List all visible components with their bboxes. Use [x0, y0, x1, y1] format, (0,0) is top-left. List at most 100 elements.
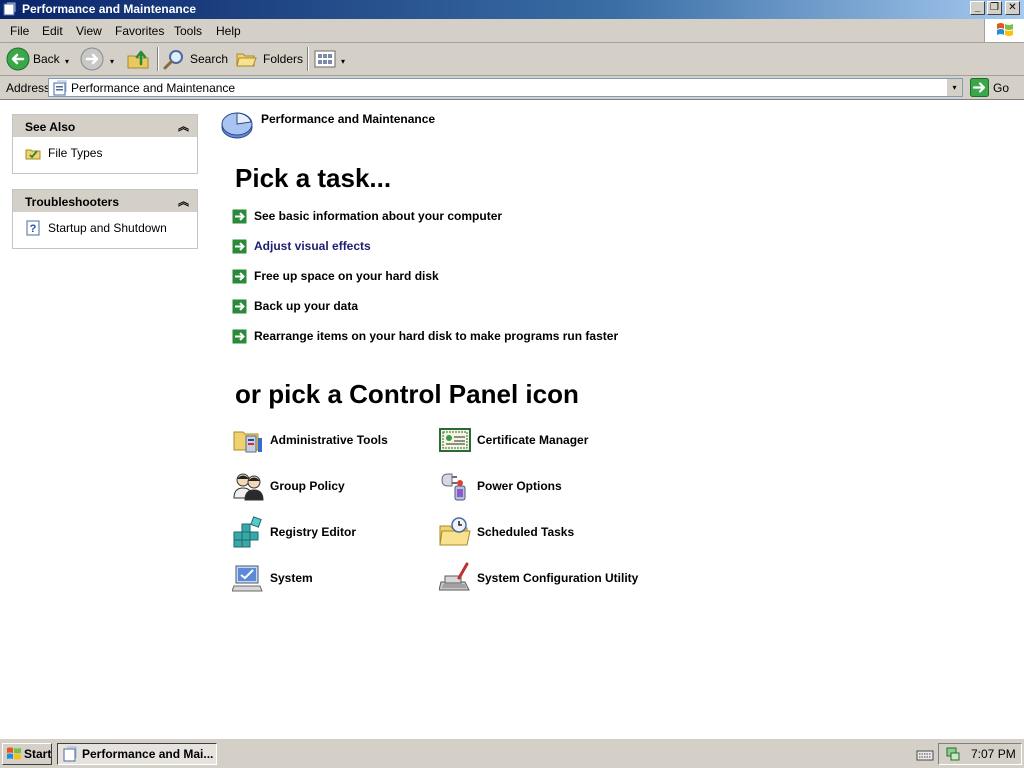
title-bar: Performance and Maintenance _ ❐ ✕	[0, 0, 1024, 19]
taskbar: Start Performance and Mai... 7:07 PM	[0, 738, 1024, 768]
group-policy-item[interactable]: Group Policy	[232, 470, 352, 504]
address-input[interactable]: Performance and Maintenance ▾	[48, 78, 963, 97]
menu-edit[interactable]: Edit	[42, 24, 63, 38]
menu-file[interactable]: File	[10, 24, 29, 38]
cp-icon-label: Certificate Manager	[477, 433, 589, 447]
cp-icon-label: Power Options	[477, 479, 562, 493]
certificate-manager-item[interactable]: Certificate Manager	[439, 424, 599, 458]
task-back-up-data[interactable]: Back up your data	[232, 299, 362, 317]
start-label: Start	[24, 747, 52, 761]
taskbar-window-button[interactable]: Performance and Mai...	[57, 743, 217, 765]
forward-arrow-icon	[80, 47, 104, 71]
registry-editor-icon	[233, 516, 262, 548]
task-see-basic-info[interactable]: See basic information about your compute…	[232, 209, 502, 227]
folders-icon	[236, 53, 257, 67]
administrative-tools-icon	[233, 431, 262, 453]
back-arrow-icon	[6, 47, 30, 71]
address-value: Performance and Maintenance	[71, 81, 236, 95]
task-label: Rearrange items on your hard disk to mak…	[254, 329, 619, 343]
task-label: Free up space on your hard disk	[254, 269, 439, 283]
pick-icon-heading: or pick a Control Panel icon	[235, 379, 579, 409]
task-free-up-space[interactable]: Free up space on your hard disk	[232, 269, 442, 287]
pick-task-heading: Pick a task...	[235, 163, 392, 193]
collapse-chevron-icon[interactable]: ︽	[178, 193, 189, 209]
control-panel-icon	[63, 746, 77, 762]
back-label: Back	[33, 52, 60, 66]
search-button[interactable]: Search	[162, 47, 228, 71]
cp-icon-label: System	[270, 571, 313, 585]
system-item[interactable]: System	[232, 562, 322, 596]
system-configuration-utility-item[interactable]: System Configuration Utility	[439, 562, 639, 596]
up-folder-button[interactable]	[126, 47, 152, 71]
menu-view[interactable]: View	[76, 24, 102, 38]
forward-button[interactable]: ▾	[80, 47, 120, 71]
taskbar-window-label: Performance and Mai...	[82, 747, 214, 761]
keyboard-icon[interactable]	[916, 748, 934, 762]
windows-logo-icon	[7, 747, 21, 760]
menu-tools[interactable]: Tools	[174, 24, 202, 38]
search-label: Search	[190, 52, 229, 66]
file-types-icon	[25, 149, 41, 160]
scheduled-tasks-icon	[439, 517, 471, 546]
task-label: Back up your data	[254, 299, 359, 313]
power-options-icon	[441, 473, 466, 501]
see-also-header[interactable]: See Also ︽	[13, 115, 197, 137]
standard-toolbar: Back ▾ ▾ Search Folders ▾	[0, 43, 1024, 76]
system-config-icon	[439, 562, 470, 591]
see-also-title: See Also	[25, 120, 76, 134]
toolbar-separator	[157, 47, 159, 71]
address-label: Address	[6, 81, 51, 95]
task-label: Adjust visual effects	[254, 239, 371, 253]
folders-label: Folders	[263, 52, 304, 66]
go-label: Go	[993, 81, 1010, 95]
views-icon	[314, 50, 336, 68]
views-dropdown-icon[interactable]: ▾	[341, 57, 345, 66]
up-folder-icon	[127, 50, 149, 69]
scheduled-tasks-item[interactable]: Scheduled Tasks	[439, 516, 579, 550]
collapse-chevron-icon[interactable]: ︽	[178, 118, 189, 134]
address-dropdown-button[interactable]: ▾	[946, 79, 962, 96]
power-options-item[interactable]: Power Options	[439, 470, 569, 504]
go-arrow-icon	[970, 78, 989, 97]
minimize-button[interactable]: _	[970, 1, 985, 15]
start-button[interactable]: Start	[2, 743, 52, 765]
windows-logo-icon	[997, 23, 1013, 36]
troubleshooters-panel: Troubleshooters ︽ ? Startup and Shutdown	[12, 189, 198, 249]
back-dropdown-icon[interactable]: ▾	[65, 57, 69, 66]
startup-shutdown-label: Startup and Shutdown	[48, 221, 167, 235]
toolbar-separator	[307, 47, 309, 71]
windows-logo-box	[984, 19, 1024, 42]
system-icon	[232, 565, 263, 592]
administrative-tools-item[interactable]: Administrative Tools	[232, 424, 392, 458]
network-tray-icon[interactable]	[945, 746, 961, 762]
address-bar: Address Performance and Maintenance ▾ Go	[0, 76, 1024, 100]
control-panel-icon	[3, 2, 16, 16]
folders-button[interactable]: Folders	[234, 47, 304, 71]
green-arrow-icon	[232, 209, 247, 224]
menu-bar: File Edit View Favorites Tools Help	[0, 19, 1024, 43]
control-panel-icon	[53, 80, 67, 96]
green-arrow-icon	[232, 329, 247, 344]
cp-icon-label: Registry Editor	[270, 525, 357, 539]
system-tray: 7:07 PM	[938, 743, 1022, 765]
cp-icon-label: System Configuration Utility	[477, 571, 639, 585]
close-button[interactable]: ✕	[1005, 1, 1020, 15]
task-adjust-visual-effects[interactable]: Adjust visual effects	[232, 239, 372, 257]
green-arrow-icon	[232, 269, 247, 284]
troubleshooters-header[interactable]: Troubleshooters ︽	[13, 190, 197, 212]
task-rearrange-items[interactable]: Rearrange items on your hard disk to mak…	[232, 329, 619, 347]
maximize-button[interactable]: ❐	[987, 1, 1002, 15]
clock[interactable]: 7:07 PM	[971, 747, 1016, 761]
back-button[interactable]: Back ▾	[4, 47, 76, 71]
category-title: Performance and Maintenance	[261, 112, 436, 126]
troubleshooters-title: Troubleshooters	[25, 195, 120, 209]
go-button[interactable]: Go	[970, 78, 1018, 98]
task-label: See basic information about your compute…	[254, 209, 503, 223]
cp-icon-label: Group Policy	[270, 479, 345, 493]
menu-help[interactable]: Help	[216, 24, 241, 38]
search-icon	[163, 50, 183, 70]
menu-favorites[interactable]: Favorites	[115, 24, 164, 38]
registry-editor-item[interactable]: Registry Editor	[232, 516, 362, 550]
views-button[interactable]: ▾	[313, 47, 351, 71]
forward-dropdown-icon[interactable]: ▾	[110, 57, 114, 66]
